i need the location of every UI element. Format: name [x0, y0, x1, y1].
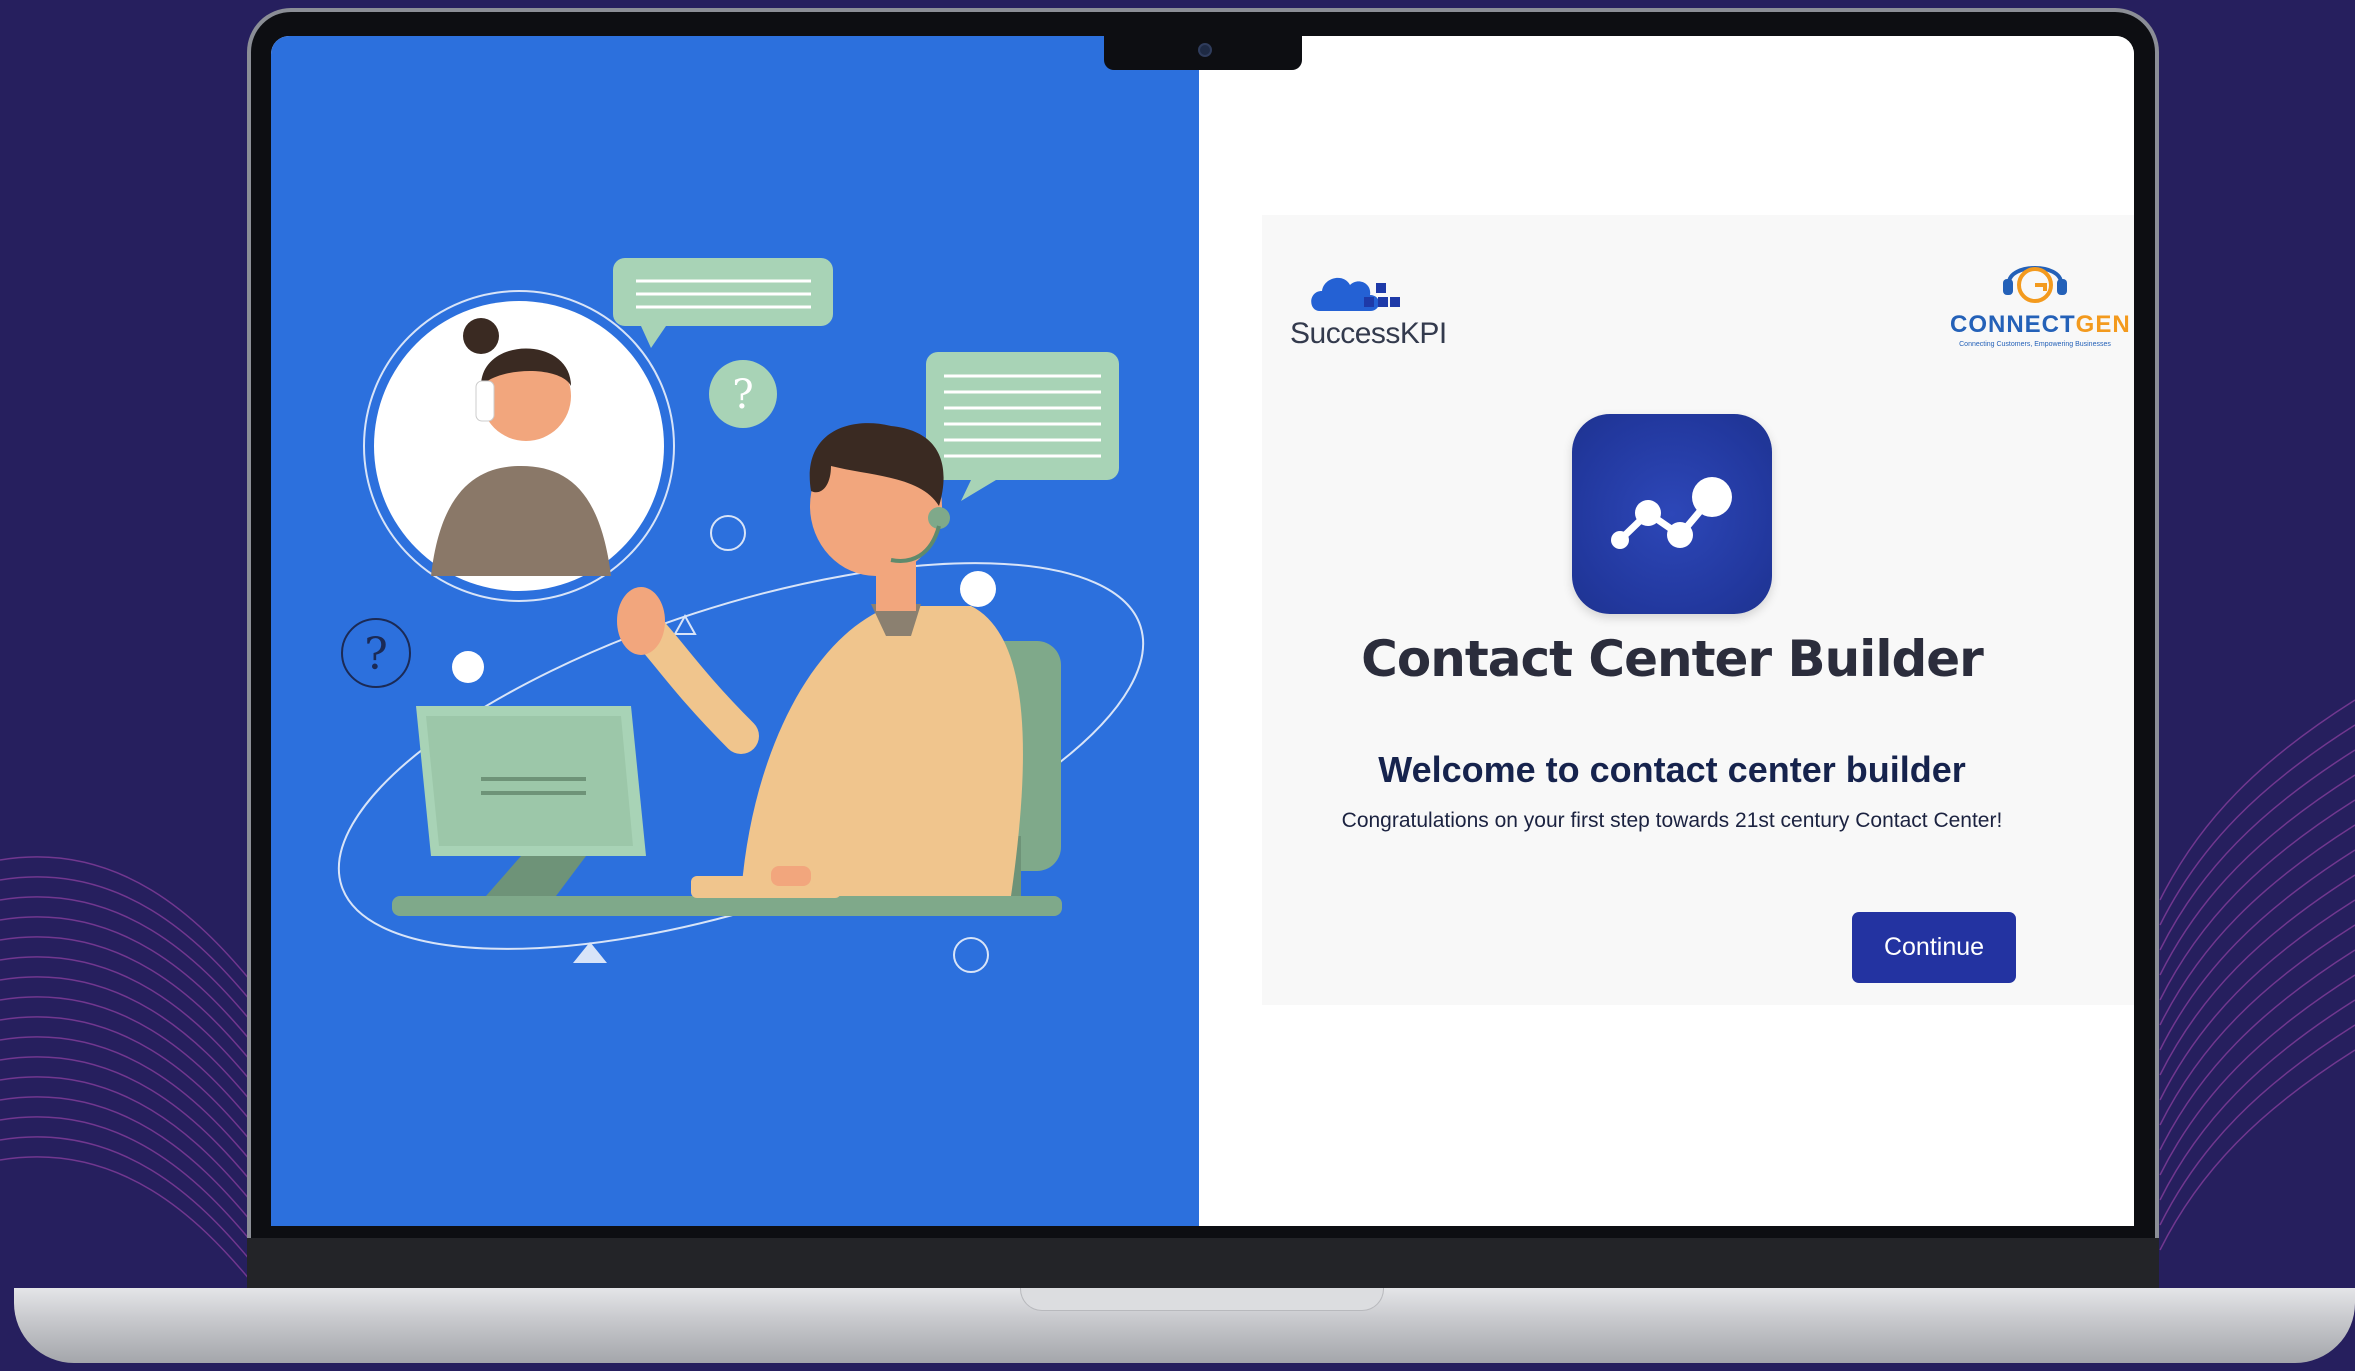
- cloud-icon: [1311, 277, 1400, 311]
- connectgen-tagline: Connecting Customers, Empowering Busines…: [1959, 341, 2111, 348]
- svg-text:?: ?: [364, 629, 388, 680]
- welcome-card: SuccessKPI CONNECTGEN Connecting Custome…: [1262, 215, 2134, 1005]
- welcome-panel: SuccessKPI CONNECTGEN Connecting Custome…: [1199, 36, 2134, 1226]
- call-center-agent-illustration: ? ?: [337, 258, 1145, 973]
- continue-button[interactable]: Continue: [1852, 912, 2016, 983]
- connectgen-wordmark-connect: CONNECT: [1950, 311, 2076, 338]
- app-title: Contact Center Builder: [1361, 630, 1984, 688]
- connectgen-wordmark-gen: GEN: [2075, 311, 2131, 338]
- analytics-graph-icon: [1572, 414, 1772, 614]
- successkpi-logo: SuccessKPI: [1290, 263, 1460, 353]
- svg-text:?: ?: [732, 372, 753, 418]
- connectgen-wordmark: CONNECTGEN: [1950, 311, 2130, 339]
- illustration-panel: ? ?: [271, 36, 1199, 1226]
- successkpi-wordmark: SuccessKPI: [1290, 317, 1447, 350]
- laptop-screen: ? ? SuccessKPI CONNECTGEN Connecting Cus…: [271, 36, 2134, 1226]
- connectgen-logo: CONNECTGEN Connecting Customers, Empower…: [1950, 251, 2130, 361]
- laptop-hinge: [247, 1238, 2159, 1288]
- headset-g-icon: [2003, 266, 2067, 303]
- laptop-opening-notch: [1020, 1288, 1384, 1311]
- welcome-heading: Welcome to contact center builder: [1378, 749, 1966, 790]
- laptop-notch: [1104, 34, 1302, 70]
- welcome-subtitle: Congratulations on your first step towar…: [1341, 809, 2003, 832]
- camera-icon: [1198, 43, 1212, 57]
